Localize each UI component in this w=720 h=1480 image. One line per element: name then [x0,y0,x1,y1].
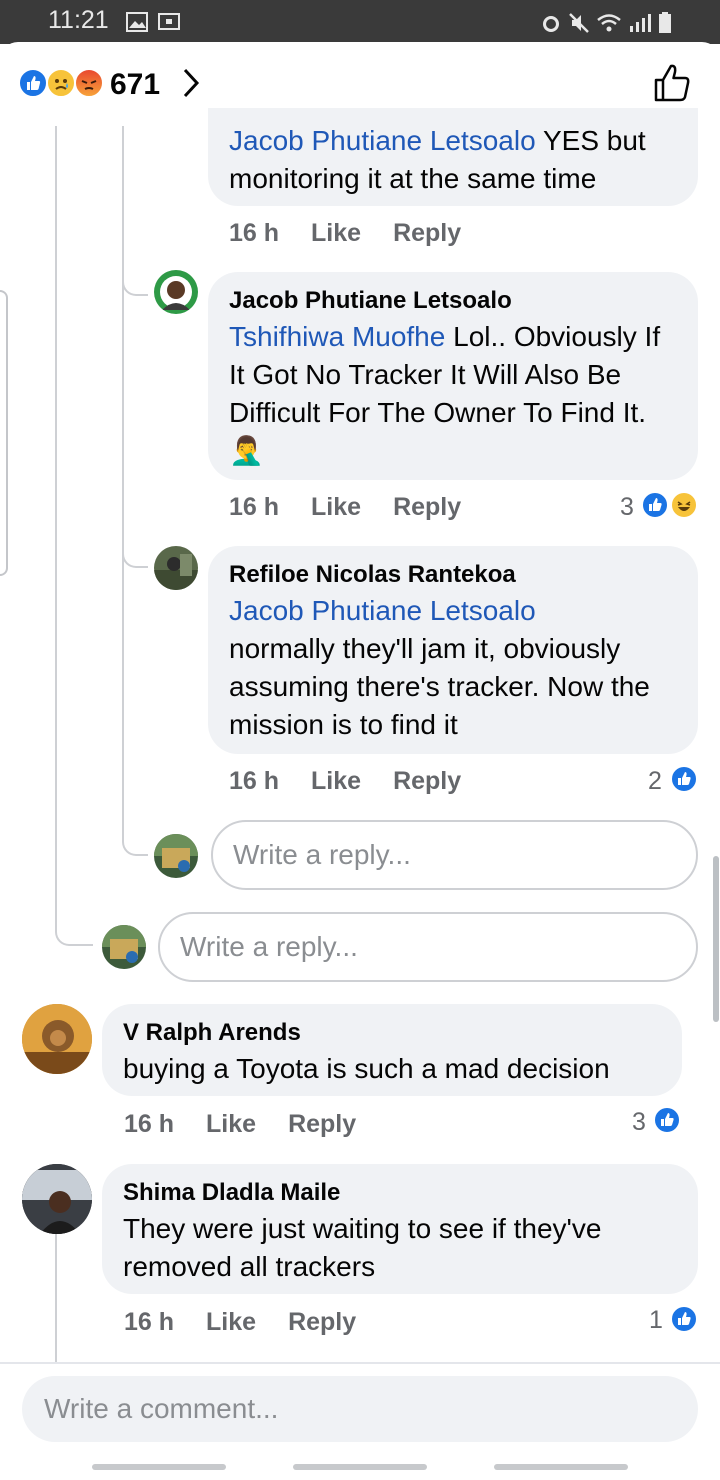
comment-author[interactable]: Shima Dladla Maile [123,1176,678,1210]
mention-link[interactable]: Jacob Phutiane Letsoalo [229,592,678,630]
thumbs-up-icon[interactable] [652,62,692,104]
comment-text: Tshifhiwa Muofhe Lol.. Obviously If It G… [229,321,661,428]
like-button[interactable]: Like [311,493,361,521]
comment-author[interactable]: V Ralph Arends [123,1016,662,1050]
reply-input[interactable] [211,820,698,890]
comment-author[interactable]: Jacob Phutiane Letsoalo [229,284,678,318]
comment-actions: 16 h Like Reply [124,1110,388,1139]
comment-bubble[interactable]: V Ralph Arends buying a Toyota is such a… [102,1004,682,1096]
screen-icon [158,13,180,30]
facepalm-emoji: 🤦‍♂️ [229,435,264,466]
comment-text: buying a Toyota is such a mad decision [123,1053,610,1084]
nav-back-button[interactable] [494,1464,628,1470]
comment-author[interactable]: Refiloe Nicolas Rantekoa [229,558,678,592]
thread-elbow-1 [122,262,148,296]
comment-actions: 16 h Like Reply [124,1308,388,1337]
chevron-right-icon[interactable] [182,66,200,100]
avatar[interactable] [154,270,198,314]
wifi-icon [597,14,621,32]
reaction-count[interactable]: 3 [632,1108,646,1137]
thread-line-inner [122,126,124,826]
like-button[interactable]: Like [311,219,361,247]
status-time: 11:21 [48,6,109,34]
avatar[interactable] [22,1164,92,1234]
comment-text: They were just waiting to see if they've… [123,1213,602,1282]
comment-actions: 16 h Like Reply [229,219,493,248]
reaction-count[interactable]: 3 [620,493,634,522]
comment-actions: 16 h Like Reply [229,767,493,796]
like-icon [641,491,669,519]
like-icon [18,68,48,98]
battery-icon [659,12,671,33]
comment-text: normally they'll jam it, obviously assum… [229,633,650,740]
nav-home-button[interactable] [293,1464,427,1470]
comment-time[interactable]: 16 h [124,1110,174,1138]
avatar[interactable] [154,546,198,590]
comment-actions: 16 h Like Reply [229,493,493,522]
sad-icon [46,68,76,98]
avatar[interactable] [22,1004,92,1074]
thread-elbow-outer [55,900,93,946]
my-avatar [154,834,198,878]
haha-icon [670,491,698,519]
like-icon [653,1106,681,1134]
comment-bubble[interactable]: Shima Dladla Maile They were just waitin… [102,1164,698,1294]
comment-time[interactable]: 16 h [229,219,279,247]
reaction-count[interactable]: 1 [649,1306,663,1335]
like-button[interactable]: Like [206,1308,256,1336]
gallery-icon [126,12,148,32]
reaction-count[interactable]: 2 [648,767,662,796]
my-avatar [102,925,146,969]
alarm-icon [543,16,559,32]
thread-line-shima [55,1234,57,1362]
like-button[interactable]: Like [206,1110,256,1138]
reply-button[interactable]: Reply [393,493,461,521]
thread-elbow-2 [122,536,148,568]
thread-elbow-3 [122,822,148,856]
comment-bubble[interactable]: Refiloe Nicolas Rantekoa Jacob Phutiane … [208,546,698,754]
reply-button[interactable]: Reply [393,767,461,795]
thread-line-outer [55,126,57,920]
comment-time[interactable]: 16 h [124,1308,174,1336]
reactions-header[interactable]: 671 [0,60,720,108]
reaction-count: 671 [110,68,161,101]
mention-link[interactable]: Jacob Phutiane Letsoalo [229,125,536,156]
comment-time[interactable]: 16 h [229,493,279,521]
comment-bubble[interactable]: Jacob Phutiane Letsoalo YES but monitori… [208,108,698,206]
status-bar: 11:21 [0,0,720,44]
like-icon [670,1305,698,1333]
reply-button[interactable]: Reply [393,219,461,247]
signal-icon [630,14,651,32]
angry-icon [74,68,104,98]
reply-button[interactable]: Reply [288,1308,356,1336]
mention-link[interactable]: Tshifhiwa Muofhe [229,321,445,352]
mute-icon [569,13,589,33]
like-icon [670,765,698,793]
comment-bubble[interactable]: Jacob Phutiane Letsoalo Tshifhiwa Muofhe… [208,272,698,480]
side-panel-edge [0,290,8,576]
comment-input[interactable] [22,1376,698,1442]
comment-time[interactable]: 16 h [229,767,279,795]
like-button[interactable]: Like [311,767,361,795]
nav-recent-button[interactable] [92,1464,226,1470]
reply-button[interactable]: Reply [288,1110,356,1138]
comment-text: Jacob Phutiane Letsoalo YES but monitori… [229,125,646,194]
scrollbar[interactable] [713,856,719,1022]
composer-divider [0,1362,720,1364]
reply-input[interactable] [158,912,698,982]
